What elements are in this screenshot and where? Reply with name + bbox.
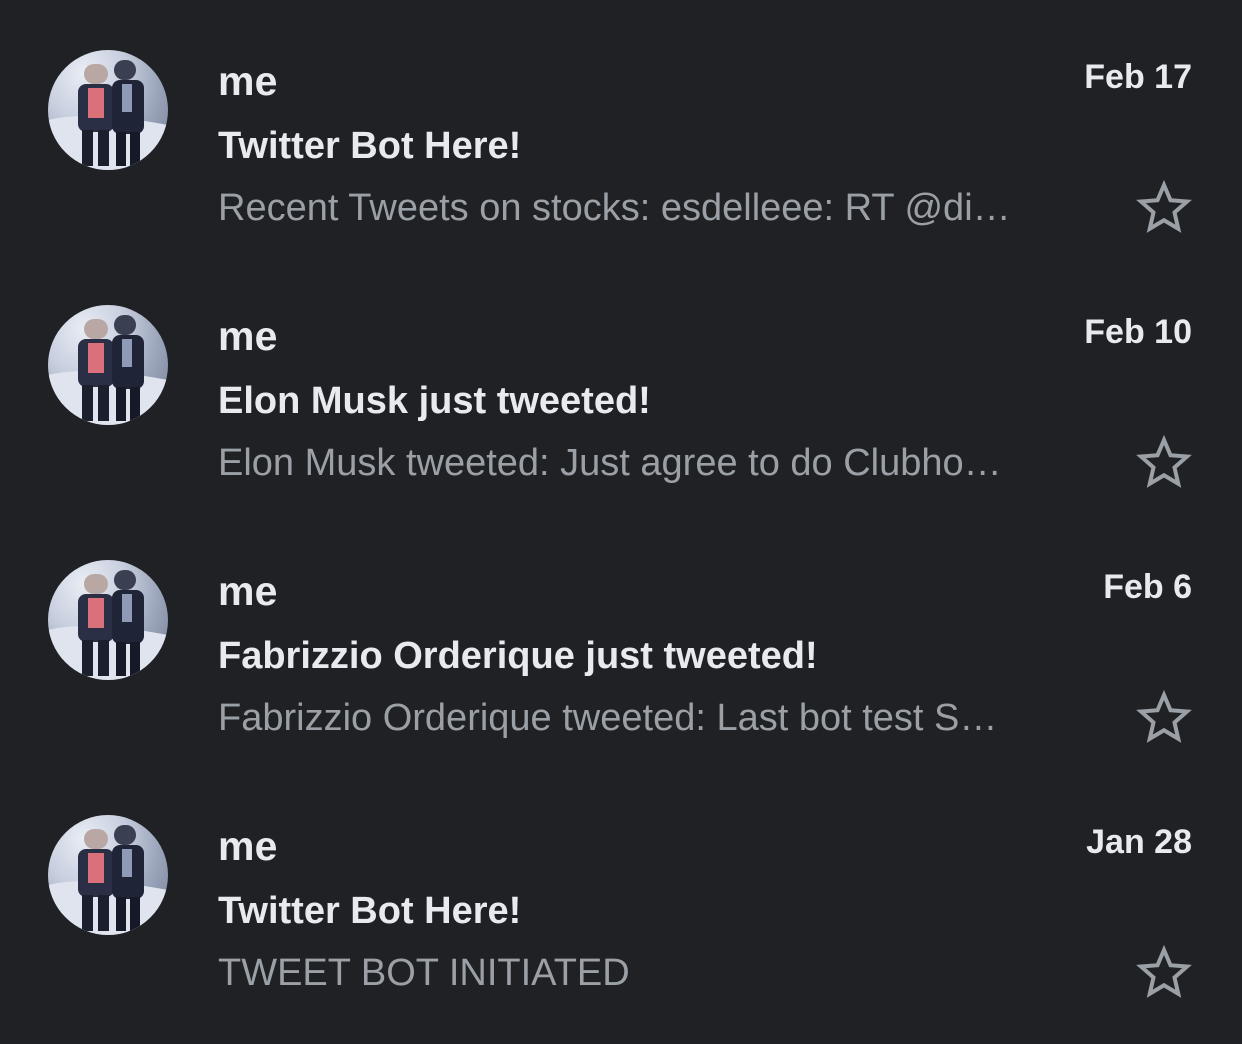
email-row[interactable]: me Jan 28 Twitter Bot Here! TWEET BOT IN… (0, 765, 1242, 1020)
avatar-photo-icon (48, 570, 168, 680)
email-list: me Feb 17 Twitter Bot Here! Recent Tweet… (0, 0, 1242, 1044)
sender-name: me (218, 568, 278, 614)
avatar-photo-icon (48, 60, 168, 170)
email-subject: Twitter Bot Here! (218, 125, 522, 167)
email-date: Feb 10 (1084, 313, 1192, 351)
email-date: Feb 6 (1103, 568, 1192, 606)
star-icon[interactable] (1134, 178, 1194, 238)
email-snippet: Recent Tweets on stocks: esdelleee: RT @… (218, 187, 1011, 229)
sender-avatar[interactable] (48, 815, 168, 935)
email-date: Feb 17 (1084, 58, 1192, 96)
sender-avatar[interactable] (48, 560, 168, 680)
email-subject: Twitter Bot Here! (218, 890, 522, 932)
sender-avatar[interactable] (48, 50, 168, 170)
sender-name: me (218, 823, 278, 869)
avatar-photo-icon (48, 315, 168, 425)
email-subject: Fabrizzio Orderique just tweeted! (218, 635, 818, 677)
email-snippet: TWEET BOT INITIATED (218, 952, 630, 994)
email-snippet: Elon Musk tweeted: Just agree to do Club… (218, 442, 1002, 484)
sender-avatar[interactable] (48, 305, 168, 425)
sender-name: me (218, 313, 278, 359)
sender-name: me (218, 58, 278, 104)
email-date: Jan 28 (1086, 823, 1192, 861)
star-icon[interactable] (1134, 688, 1194, 748)
avatar-photo-icon (48, 825, 168, 935)
email-row[interactable]: me Feb 10 Elon Musk just tweeted! Elon M… (0, 255, 1242, 510)
email-snippet: Fabrizzio Orderique tweeted: Last bot te… (218, 697, 998, 739)
email-row[interactable]: me Feb 6 Fabrizzio Orderique just tweete… (0, 510, 1242, 765)
star-icon[interactable] (1134, 433, 1194, 493)
email-row[interactable]: me Feb 17 Twitter Bot Here! Recent Tweet… (0, 0, 1242, 255)
star-icon[interactable] (1134, 943, 1194, 1003)
email-subject: Elon Musk just tweeted! (218, 380, 651, 422)
